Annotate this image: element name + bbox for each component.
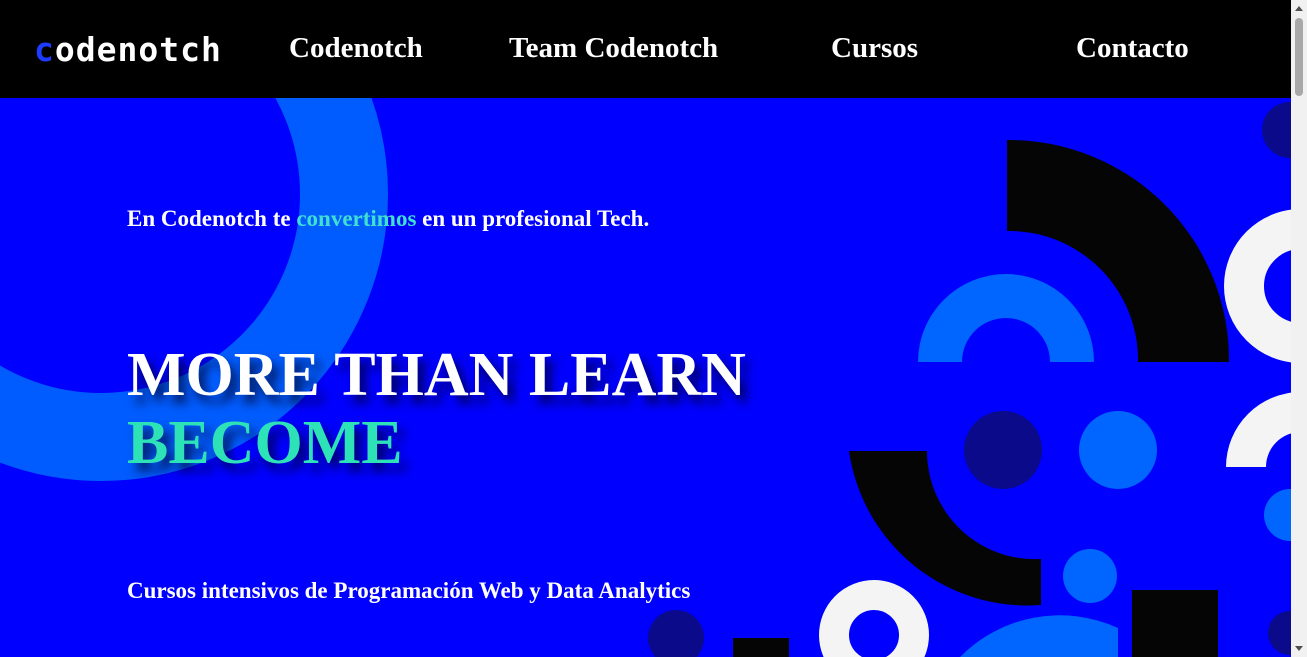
decor-blue-dot [1079, 411, 1157, 489]
headline-line-1: MORE THAN LEARN [127, 341, 746, 409]
codenotch-logo[interactable]: c odenotch [34, 32, 222, 68]
scrollbar-thumb[interactable] [1295, 18, 1303, 96]
decor-white-ring-bottom [819, 580, 929, 657]
scroll-up-arrow-icon[interactable] [1295, 6, 1303, 11]
logo-first-letter: c [34, 30, 55, 69]
tagline-before: En Codenotch te [127, 206, 297, 231]
decor-navy-dot-bottom-right [1268, 611, 1291, 655]
tagline-accent: convertimos [296, 206, 417, 231]
headline-line-2: BECOME [127, 409, 403, 477]
decor-navy-dot [964, 411, 1042, 489]
tagline-after: en un profesional Tech. [416, 206, 650, 231]
scroll-down-arrow-icon[interactable] [1295, 646, 1303, 651]
decor-black-block-right [1132, 590, 1218, 657]
decor-navy-dot-bottom [648, 610, 704, 657]
decor-navy-dot-edge [1262, 102, 1291, 158]
decor-blue-dot-edge [1264, 489, 1291, 541]
decor-blue-arc-bottom [960, 615, 1118, 657]
hero-subtitle: Cursos intensivos de Programación Web y … [127, 578, 691, 603]
decor-white-arc-right [1226, 392, 1291, 467]
decor-small-blue-dot [1063, 549, 1117, 603]
vertical-scrollbar[interactable] [1291, 0, 1307, 657]
nav-link-contacto[interactable]: Contacto [1076, 32, 1189, 65]
top-navigation-bar: c odenotch Codenotch Team Codenotch Curso… [0, 0, 1291, 98]
hero-headline: MORE THAN LEARN BECOME [127, 341, 746, 477]
nav-link-cursos[interactable]: Cursos [831, 32, 918, 65]
nav-link-codenotch[interactable]: Codenotch [289, 32, 423, 65]
hero-section: En Codenotch te convertimos en un profes… [0, 98, 1291, 657]
decor-blue-arch [918, 274, 1094, 362]
decor-black-block-bottom [733, 638, 789, 657]
logo-text: odenotch [54, 30, 222, 69]
nav-link-team-codenotch[interactable]: Team Codenotch [509, 32, 718, 65]
decor-white-ring-right [1224, 209, 1291, 363]
hero-tagline: En Codenotch te convertimos en un profes… [127, 206, 649, 232]
